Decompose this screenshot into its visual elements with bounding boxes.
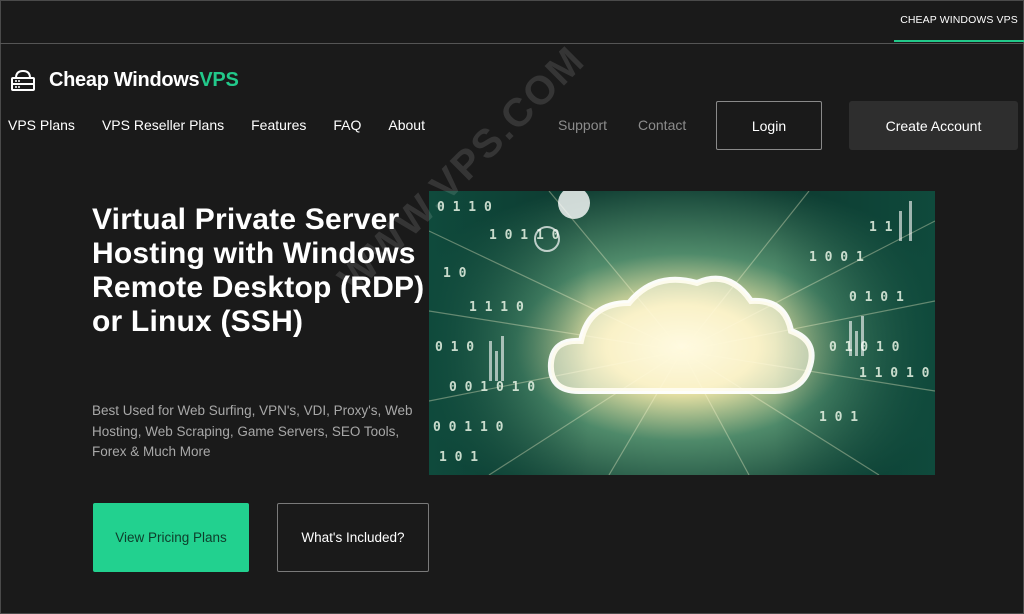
svg-text:1 1 1 0: 1 1 1 0 [469, 300, 524, 315]
svg-text:0 0 1 0 1 0: 0 0 1 0 1 0 [449, 380, 535, 395]
nav-vps-reseller-plans[interactable]: VPS Reseller Plans [102, 117, 224, 133]
whats-included-button[interactable]: What's Included? [277, 503, 429, 572]
nav-support[interactable]: Support [558, 117, 607, 133]
hero-title: Virtual Private Server Hosting with Wind… [92, 203, 425, 338]
svg-text:0 1 0 1: 0 1 0 1 [849, 290, 904, 305]
svg-text:1 0 0 1: 1 0 0 1 [809, 250, 864, 265]
svg-text:0 0 1 1 0: 0 0 1 1 0 [433, 420, 504, 435]
top-bar: CHEAP WINDOWS VPS [0, 0, 1024, 44]
server-icon [9, 66, 37, 94]
logo-text: Cheap WindowsVPS [49, 69, 239, 92]
nav-about[interactable]: About [388, 117, 425, 133]
create-account-button[interactable]: Create Account [849, 101, 1018, 150]
svg-text:0 1 0 1 0: 0 1 0 1 0 [829, 340, 900, 355]
login-button[interactable]: Login [716, 101, 822, 150]
view-pricing-button[interactable]: View Pricing Plans [93, 503, 249, 572]
nav-vps-plans[interactable]: VPS Plans [8, 117, 75, 133]
svg-text:1 0 1: 1 0 1 [439, 450, 478, 465]
svg-text:1 1 0 1 0: 1 1 0 1 0 [859, 366, 930, 381]
svg-text:1 0 1 1 0: 1 0 1 1 0 [489, 228, 560, 243]
svg-text:0 1 0: 0 1 0 [435, 340, 474, 355]
nav-faq[interactable]: FAQ [333, 117, 361, 133]
svg-text:1 0: 1 0 [443, 266, 467, 281]
topbar-tab[interactable]: CHEAP WINDOWS VPS [894, 0, 1024, 42]
hero-subtitle: Best Used for Web Surfing, VPN's, VDI, P… [92, 403, 413, 459]
logo-text-accent: VPS [199, 68, 239, 91]
nav-contact[interactable]: Contact [638, 117, 686, 133]
logo-text-main: Cheap Windows [49, 68, 200, 91]
nav-features[interactable]: Features [251, 117, 306, 133]
svg-text:1 1: 1 1 [869, 220, 893, 235]
svg-text:0 1 1 0: 0 1 1 0 [437, 200, 492, 215]
main-nav: VPS Plans VPS Reseller Plans Features FA… [8, 117, 452, 133]
svg-text:1 0 1: 1 0 1 [819, 410, 858, 425]
logo[interactable]: Cheap WindowsVPS [9, 66, 239, 94]
cloud-data-image: 0 1 1 0 1 0 1 1 0 1 0 1 1 1 0 0 1 0 0 0 1 0… [429, 191, 935, 475]
